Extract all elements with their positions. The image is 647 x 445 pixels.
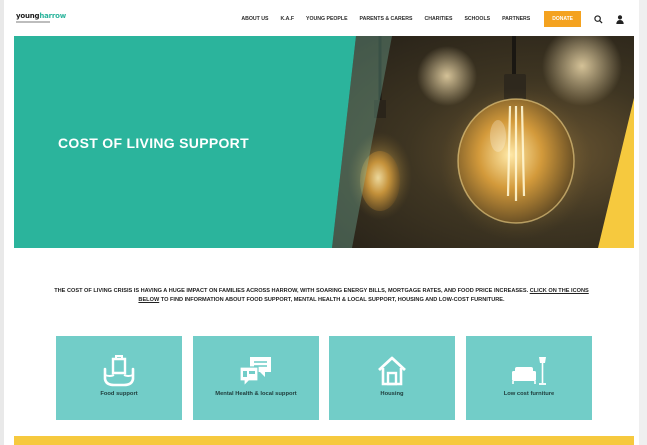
logo-text-harrow: harrow [39, 12, 67, 20]
card-food-support[interactable]: Food support [56, 336, 182, 420]
card-low-cost-furniture[interactable]: Low cost furniture [466, 336, 592, 420]
sofa-lamp-icon [509, 352, 549, 390]
support-cards: Food support Mental Health & local suppo… [56, 336, 592, 420]
intro-text-part1: THE COST OF LIVING CRISIS IS HAVING A HU… [54, 288, 530, 294]
card-label-housing: Housing [380, 391, 404, 397]
card-label-food-support: Food support [100, 391, 138, 397]
nav-schools[interactable]: SCHOOLS [464, 16, 490, 22]
card-mental-health[interactable]: Mental Health & local support [193, 336, 319, 420]
card-label-low-cost-furniture: Low cost furniture [503, 391, 555, 397]
card-label-mental-health: Mental Health & local support [215, 391, 297, 397]
food-hands-icon [99, 352, 139, 390]
site-header: youngharrow ABOUT US K.A.F YOUNG PEOPLE … [4, 0, 639, 36]
main-nav: ABOUT US K.A.F YOUNG PEOPLE PARENTS & CA… [229, 11, 625, 27]
site-logo[interactable]: youngharrow [16, 12, 66, 20]
footer-accent-band [14, 436, 634, 445]
chat-bubbles-icon [236, 352, 276, 390]
card-housing[interactable]: Housing [329, 336, 455, 420]
nav-partners[interactable]: PARTNERS [502, 16, 530, 22]
nav-young-people[interactable]: YOUNG PEOPLE [306, 16, 348, 22]
nav-parents-carers[interactable]: PARENTS & CARERS [360, 16, 413, 22]
page: youngharrow ABOUT US K.A.F YOUNG PEOPLE … [4, 0, 639, 445]
donate-button[interactable]: DONATE [544, 11, 581, 27]
scrollbar[interactable] [639, 0, 647, 445]
house-icon [372, 352, 412, 390]
nav-kaf[interactable]: K.A.F [280, 16, 294, 22]
intro-text: THE COST OF LIVING CRISIS IS HAVING A HU… [44, 287, 599, 305]
hero-banner: COST OF LIVING SUPPORT [14, 36, 634, 248]
nav-about-us[interactable]: ABOUT US [241, 16, 268, 22]
intro-text-part2: TO FIND INFORMATION ABOUT FOOD SUPPORT, … [159, 297, 505, 303]
nav-charities[interactable]: CHARITIES [424, 16, 452, 22]
user-account-icon[interactable] [615, 14, 625, 24]
logo-text-young: young [16, 12, 40, 20]
page-title: COST OF LIVING SUPPORT [58, 135, 249, 151]
logo-tagline-bar [16, 21, 50, 23]
search-icon[interactable] [593, 14, 603, 24]
